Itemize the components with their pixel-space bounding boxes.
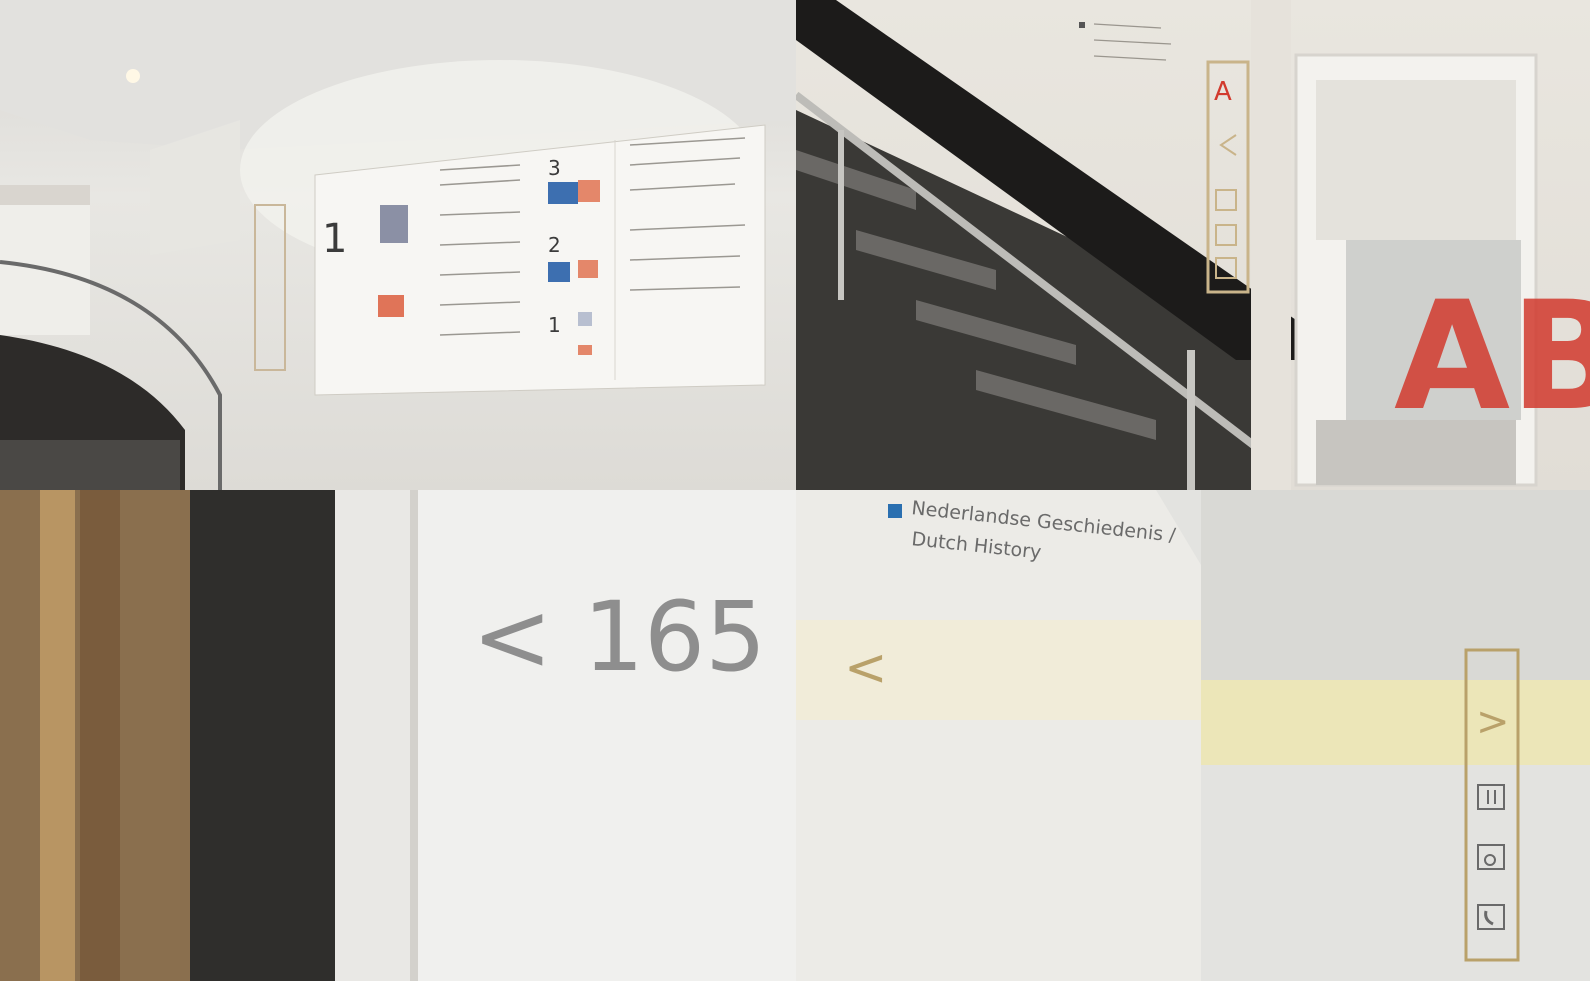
corridor-scene: Nederlandse Geschiedenis / Dutch History… bbox=[796, 490, 1590, 981]
floor-number-1b: 1 bbox=[548, 313, 561, 337]
panel-stairwell: A AB bbox=[796, 0, 1590, 490]
photo-collage: 1 3 2 1 A AB < 165 Nederlandse Geschiede… bbox=[0, 0, 1590, 981]
floor-number-2: 2 bbox=[548, 233, 561, 257]
wall-letter-a: A bbox=[1214, 77, 1232, 107]
panel-dutch-history: Nederlandse Geschiedenis / Dutch History… bbox=[796, 490, 1590, 981]
arrow-right-sign: > bbox=[1476, 699, 1510, 745]
room-number-scene: < 165 bbox=[0, 490, 796, 981]
stairwell-scene: A AB bbox=[796, 0, 1590, 490]
direction-text-165: < 165 bbox=[472, 581, 766, 693]
floor-number-1: 1 bbox=[322, 216, 347, 262]
arrow-left-sign: < bbox=[844, 638, 888, 698]
panel-room-number: < 165 bbox=[0, 490, 796, 981]
panel-lobby-floorplan: 1 3 2 1 bbox=[0, 0, 796, 490]
floor-number-3: 3 bbox=[548, 156, 561, 180]
lobby-scene: 1 3 2 1 bbox=[0, 0, 796, 490]
door-letters-ab: AB bbox=[1394, 270, 1590, 444]
